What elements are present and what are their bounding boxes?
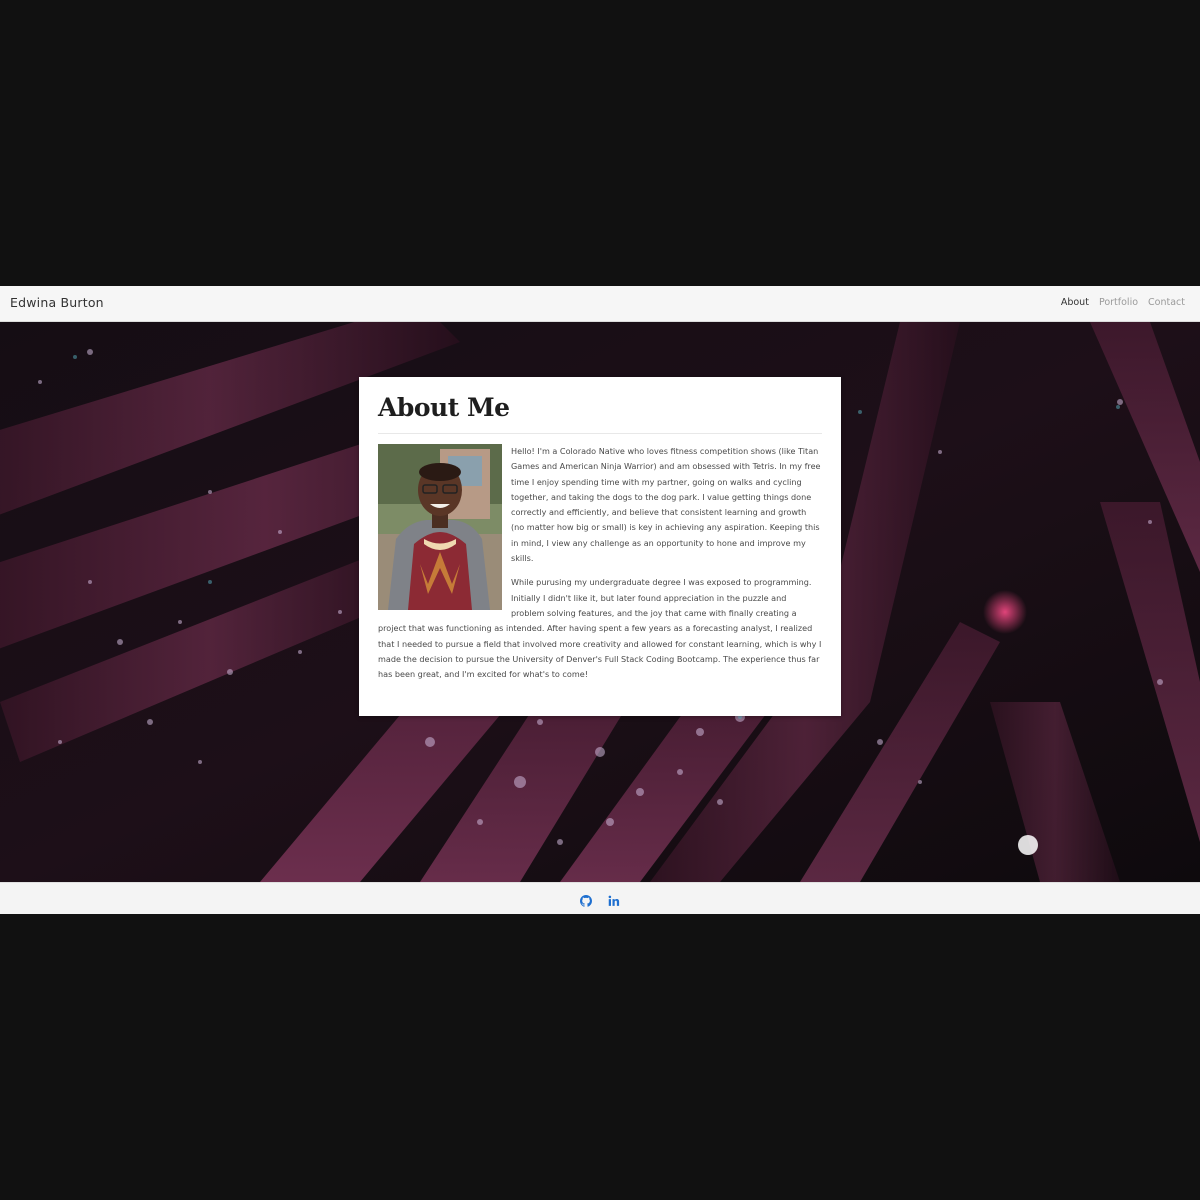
brand-name[interactable]: Edwina Burton (10, 295, 104, 310)
social-links (580, 892, 620, 907)
footer (0, 882, 1200, 914)
nav-links: About Portfolio Contact (1061, 297, 1185, 308)
navbar: Edwina Burton About Portfolio Contact (0, 286, 1200, 322)
nav-link-contact[interactable]: Contact (1148, 297, 1185, 308)
hero-background: About Me Hello! I'm a Colorado Native wh… (0, 322, 1200, 882)
title-divider (378, 433, 822, 434)
about-card: About Me Hello! I'm a Colorado Native wh… (359, 377, 841, 716)
github-icon[interactable] (580, 892, 592, 907)
profile-photo (378, 444, 502, 610)
linkedin-icon[interactable] (608, 892, 620, 906)
nav-link-about[interactable]: About (1061, 297, 1089, 308)
portfolio-site: Edwina Burton About Portfolio Contact Ab… (0, 286, 1200, 914)
nav-link-portfolio[interactable]: Portfolio (1099, 297, 1138, 308)
page-title: About Me (378, 393, 510, 422)
